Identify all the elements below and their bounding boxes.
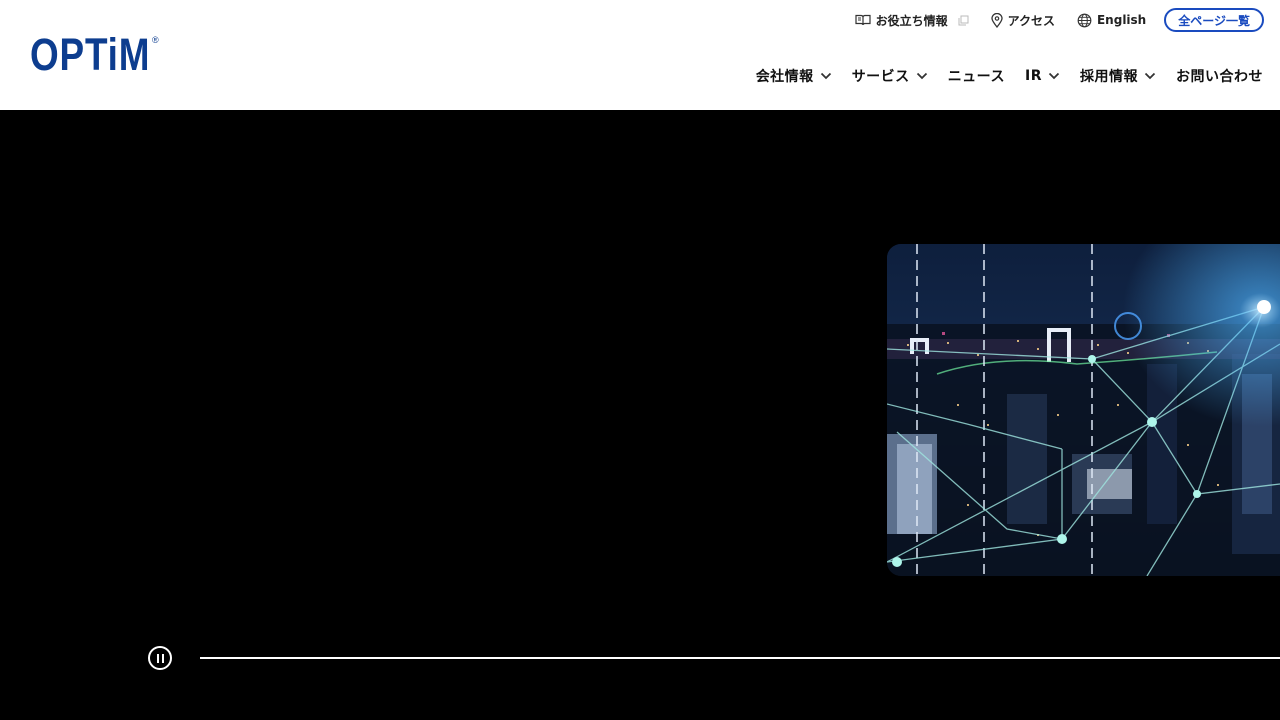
chevron-down-icon	[820, 72, 831, 80]
pause-icon	[161, 653, 164, 663]
nav-item-recruit[interactable]: 採用情報	[1080, 66, 1156, 86]
utility-nav: お役立ち情報 アクセス English 全ページ一覧	[854, 8, 1264, 32]
slide-progress-line	[200, 657, 1280, 659]
external-link-icon	[958, 15, 969, 25]
nav-item-label: 会社情報	[755, 69, 814, 85]
nav-item-label: ニュース	[947, 69, 1005, 85]
utility-link-label: English	[1096, 13, 1147, 27]
registered-mark: ®	[152, 35, 159, 45]
utility-link-english[interactable]: English	[1077, 13, 1146, 28]
pause-icon	[156, 653, 159, 663]
nav-item-services[interactable]: サービス	[852, 66, 928, 86]
utility-link-label: お役立ち情報	[875, 13, 948, 28]
all-pages-button[interactable]: 全ページ一覧	[1164, 8, 1264, 32]
main-nav: 会社情報 サービス ニュース IR 採用情報 お問い合わせ	[756, 64, 1263, 88]
optim-logo[interactable]: OPTiM ®	[30, 29, 177, 80]
chevron-down-icon	[1048, 72, 1060, 80]
nav-item-company[interactable]: 会社情報	[756, 66, 832, 86]
utility-link-label: アクセス	[1007, 13, 1055, 28]
nav-item-contact[interactable]: お問い合わせ	[1176, 66, 1263, 86]
utility-link-useful-info[interactable]: お役立ち情報	[854, 12, 969, 29]
chevron-down-icon	[1144, 72, 1156, 80]
book-icon	[854, 14, 871, 26]
nav-item-ir[interactable]: IR	[1025, 68, 1060, 84]
chevron-down-icon	[916, 72, 927, 80]
logo-text: OPTiM	[30, 29, 151, 80]
nav-item-label: 採用情報	[1080, 69, 1138, 85]
nav-item-label: お問い合わせ	[1176, 69, 1263, 85]
pause-button[interactable]	[148, 646, 172, 670]
utility-link-access[interactable]: アクセス	[990, 12, 1055, 29]
nav-item-news[interactable]: ニュース	[948, 66, 1005, 86]
nav-item-label: サービス	[851, 69, 910, 85]
map-pin-icon	[990, 12, 1003, 28]
nav-item-label: IR	[1025, 68, 1042, 84]
globe-icon	[1077, 13, 1092, 27]
hero-slideshow	[0, 110, 1280, 720]
site-header: OPTiM ® お役立ち情報 アクセス English 全ページ一覧 会社情報 …	[0, 0, 1280, 110]
night-city-network-image	[887, 244, 1280, 576]
